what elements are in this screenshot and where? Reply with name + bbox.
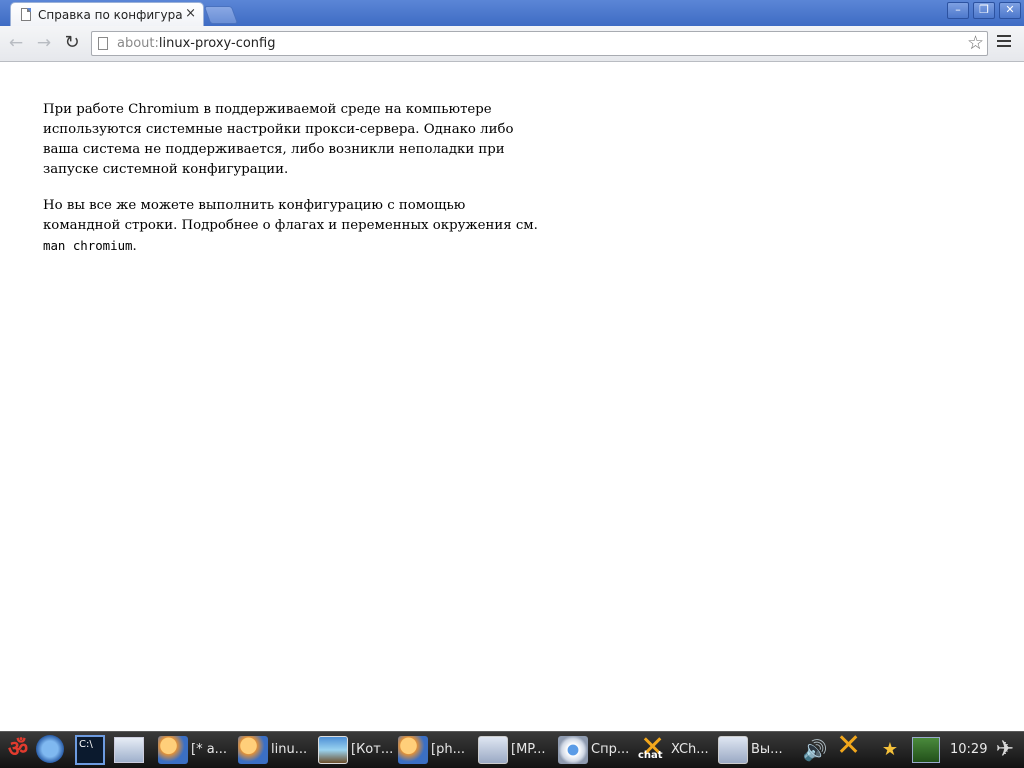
task-item-5[interactable]: [MP... — [478, 734, 556, 766]
url-scheme: about: — [117, 36, 159, 51]
users-icon — [158, 736, 188, 764]
browser-launcher-icon[interactable] — [36, 735, 64, 763]
task-label: XCh... — [671, 742, 709, 757]
new-tab-button[interactable] — [203, 6, 239, 24]
url-text[interactable]: about:linux-proxy-config — [117, 36, 275, 51]
page-icon — [98, 37, 108, 50]
users-icon — [398, 736, 428, 764]
task-item-1[interactable]: [* a... — [158, 734, 236, 766]
task-item-8[interactable]: Вы... — [718, 734, 796, 766]
paragraph-intro: При работе Chromium в поддерживаемой сре… — [43, 102, 514, 177]
xchat-tray-icon[interactable]: ✕ — [834, 731, 864, 765]
star-tray-icon[interactable]: ★ — [875, 735, 905, 765]
image-icon — [318, 736, 348, 764]
terminal-icon[interactable]: C:\ — [75, 735, 105, 765]
task-label: Спр... — [591, 742, 630, 757]
task-label: [Кот... — [351, 742, 394, 757]
close-window-button[interactable]: ✕ — [999, 2, 1021, 19]
reload-icon[interactable]: ↻ — [62, 33, 82, 53]
tab-strip: Справка по конфигурации × – ❐ ✕ — [0, 0, 1024, 26]
task-item-2[interactable]: linu... — [238, 734, 316, 766]
task-label: [MP... — [511, 742, 546, 757]
browser-toolbar: ← → ↻ about:linux-proxy-config ☆ — [0, 26, 1024, 62]
volume-icon[interactable]: 🔊 — [800, 735, 830, 765]
task-item-3[interactable]: [Кот... — [318, 734, 396, 766]
page-icon — [21, 8, 31, 21]
bookmark-star-icon[interactable]: ☆ — [967, 32, 984, 55]
task-label: [* a... — [191, 742, 228, 757]
chromium-icon — [558, 736, 588, 764]
tab-title: Справка по конфигурации — [38, 8, 183, 22]
url-path: linux-proxy-config — [158, 36, 276, 51]
address-bar[interactable]: about:linux-proxy-config ☆ — [91, 31, 988, 56]
man-page-code: man chromium — [43, 238, 133, 253]
task-label: [ph... — [431, 742, 465, 757]
maximize-button[interactable]: ❐ — [973, 2, 995, 19]
start-menu-icon[interactable]: ॐ — [3, 735, 33, 765]
paragraph-command-line: Но вы все же можете выполнить конфигурац… — [43, 196, 538, 257]
back-icon[interactable]: ← — [6, 33, 26, 53]
menu-icon[interactable] — [997, 35, 1011, 49]
window-icon — [718, 736, 748, 764]
users-icon — [238, 736, 268, 764]
page-content: При работе Chromium в поддерживаемой сре… — [43, 100, 538, 273]
tab-linux-proxy-config[interactable]: Справка по конфигурации × — [10, 2, 204, 26]
window-icon — [478, 736, 508, 764]
task-label: Вы... — [751, 742, 783, 757]
task-label: linu... — [271, 742, 308, 757]
minimize-button[interactable]: – — [947, 2, 969, 19]
paragraph-text: Но вы все же можете выполнить конфигурац… — [43, 198, 538, 233]
clock[interactable]: 10:29 — [950, 742, 987, 757]
taskbar: ॐ C:\ [* a... linu... [Кот... [ph... [MP… — [0, 730, 1024, 768]
task-item-6[interactable]: Спр... — [558, 734, 636, 766]
task-item-4[interactable]: [ph... — [398, 734, 476, 766]
airplane-icon[interactable]: ✈ — [990, 735, 1020, 765]
paragraph-end: . — [132, 239, 137, 254]
task-item-7[interactable]: XCh... — [638, 730, 716, 766]
keyboard-layout-icon[interactable] — [912, 737, 940, 763]
forward-icon[interactable]: → — [34, 33, 54, 53]
show-desktop-icon[interactable] — [114, 737, 144, 763]
xchat-icon — [638, 730, 668, 765]
tab-close-icon[interactable]: × — [185, 7, 196, 21]
